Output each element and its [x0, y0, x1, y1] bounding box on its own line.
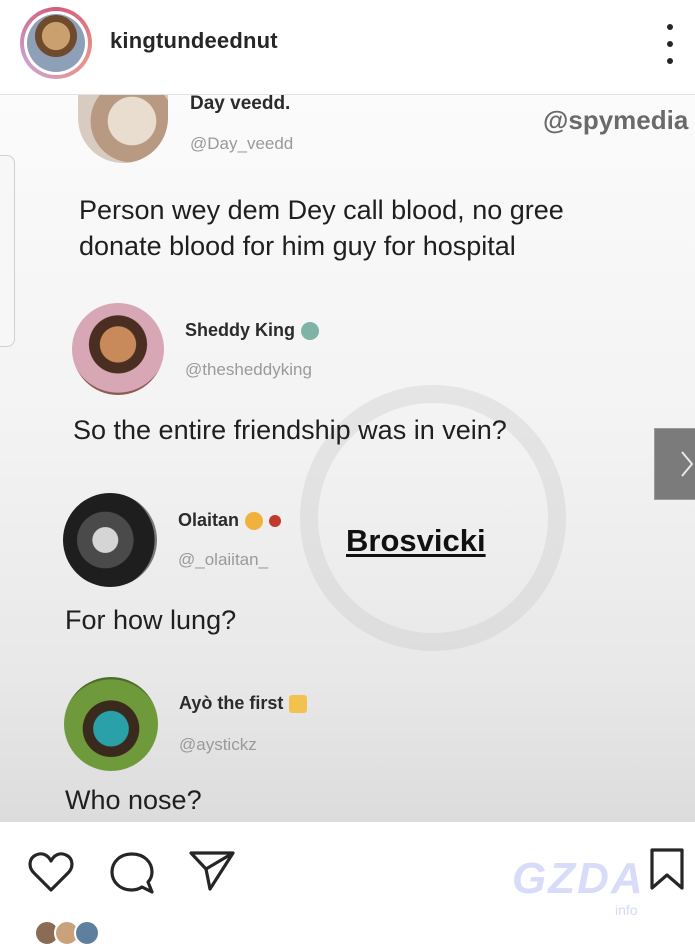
tweet-author-handle: @aystickz	[179, 735, 257, 754]
tweet-avatar	[78, 95, 168, 163]
tweet-author-handle: @thesheddyking	[185, 360, 312, 379]
emoji-icon	[245, 512, 264, 531]
pin-emoji-icon	[269, 515, 282, 528]
post-header: kingtundeednut	[0, 0, 695, 95]
tweet-author-handle: @_olaiitan_	[178, 550, 269, 569]
profile-avatar[interactable]	[20, 7, 92, 79]
username-link[interactable]: kingtundeednut	[110, 28, 278, 54]
more-options-icon[interactable]	[660, 24, 680, 64]
tweet-author-name: Day veedd.	[190, 95, 291, 114]
chevron-right-icon	[681, 451, 694, 477]
next-slide-button[interactable]	[654, 428, 695, 500]
previous-slide-edge	[0, 155, 15, 347]
tweet-avatar	[72, 303, 164, 395]
tweet-author-handle: @Day_veedd	[190, 134, 294, 153]
overlay-caption: Brosvicki	[346, 523, 486, 558]
tweet-text-line: So the entire friendship was in vein?	[73, 415, 507, 445]
tweet-author-name-text: Olaitan	[178, 510, 240, 530]
tweet-text-line: Who nose?	[65, 785, 202, 815]
post-image[interactable]: Day veedd. @Day_veedd @spymedia Person w…	[0, 95, 695, 822]
gazette-watermark-logo: GZDA	[512, 854, 645, 903]
tweet-author-name: Olaitan	[178, 510, 282, 531]
tweet-text-line: Person wey dem Dey call blood, no gree	[79, 195, 564, 225]
avatar-image	[27, 14, 85, 72]
tweet-text-line: donate blood for him guy for hospital	[79, 230, 516, 261]
post-action-bar: GZDA info	[0, 822, 695, 946]
comment-icon[interactable]	[108, 850, 156, 896]
tweet-author-name: Ayò the first	[179, 693, 308, 714]
tweet-author-name-text: Sheddy King	[185, 320, 296, 340]
save-bookmark-icon[interactable]	[648, 847, 686, 891]
avatar-frame	[24, 11, 88, 75]
liker-avatar	[74, 920, 100, 946]
tweet-author-name: Sheddy King	[185, 320, 320, 341]
tweet-text: Person wey dem Dey call blood, no gree d…	[79, 193, 564, 264]
tweet-avatar	[64, 677, 158, 771]
crown-emoji-icon	[289, 695, 308, 714]
tweet-text: So the entire friendship was in vein?	[73, 413, 507, 449]
share-send-icon[interactable]	[188, 849, 236, 893]
tweet-avatar	[63, 493, 157, 587]
liker-avatars	[34, 920, 100, 946]
tweet-author-name-text: Ayò the first	[179, 693, 284, 713]
tweet-text: Who nose?	[65, 783, 202, 819]
gazette-watermark-subtext: info	[615, 902, 638, 918]
like-heart-icon[interactable]	[28, 851, 74, 893]
tweet-text-line: For how lung?	[65, 605, 237, 635]
verified-badge-icon	[301, 322, 320, 341]
spymedia-watermark: @spymedia	[543, 105, 689, 135]
tweet-text: For how lung?	[65, 603, 236, 639]
